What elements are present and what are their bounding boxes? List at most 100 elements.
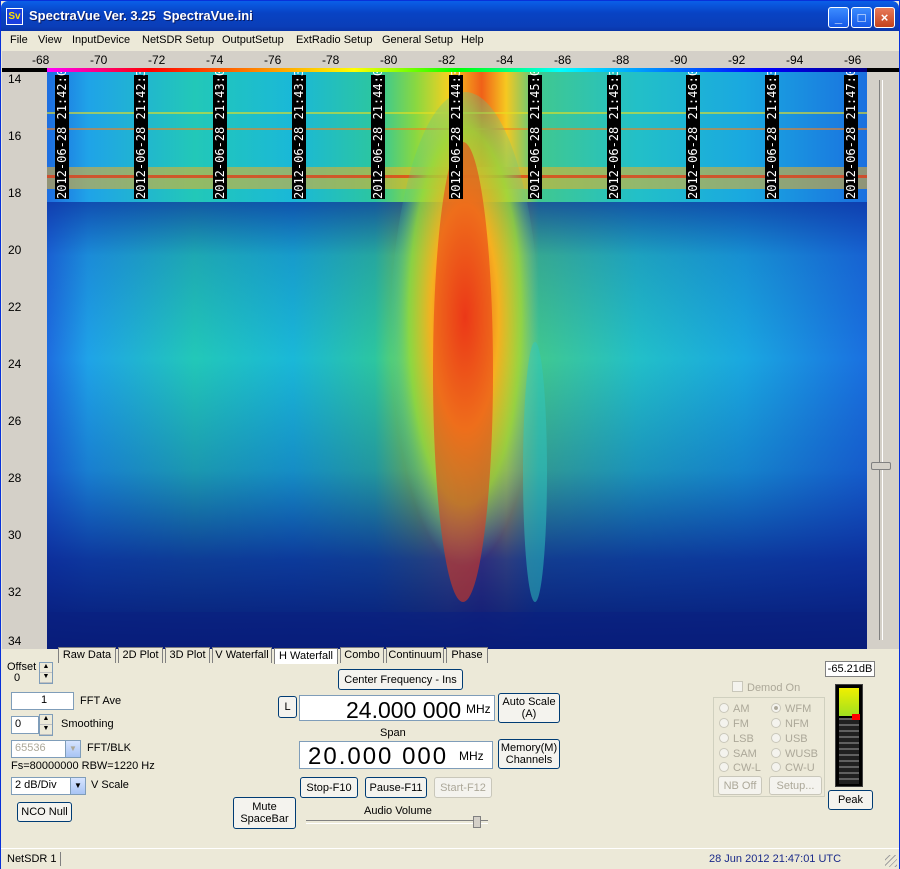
- offset-spinner[interactable]: ▲ ▼: [39, 662, 53, 684]
- meter-top-band: [839, 688, 859, 716]
- nb-off-button: NB Off: [718, 776, 762, 795]
- resize-grip-icon[interactable]: [885, 855, 897, 867]
- status-device: NetSDR 1: [7, 853, 57, 865]
- meter-peak-marker: [852, 714, 860, 720]
- auto-scale-button[interactable]: Auto Scale (A): [498, 693, 560, 723]
- x-tick: -90: [670, 53, 688, 67]
- vscale-select[interactable]: 2 dB/Div ▼: [11, 777, 86, 795]
- smoothing-spinner[interactable]: ▲ ▼: [39, 714, 53, 736]
- radio-fm: FM: [719, 718, 749, 730]
- span-unit: MHz: [459, 749, 484, 763]
- x-tick: -88: [612, 53, 630, 67]
- audio-volume-slider[interactable]: [306, 816, 488, 828]
- tab-2d-plot[interactable]: 2D Plot: [118, 647, 163, 663]
- auto-scale-label: Auto Scale: [502, 696, 556, 708]
- radio-nfm: NFM: [771, 718, 809, 730]
- menu-inputdevice[interactable]: InputDevice: [72, 34, 130, 46]
- status-datetime: 28 Jun 2012 21:47:01 UTC: [709, 853, 842, 865]
- fft-ave-input[interactable]: 1: [11, 692, 74, 710]
- timestamp-label: 2012-06-28 21:46:00: [686, 72, 700, 199]
- memory-label: Memory(M): [500, 742, 558, 754]
- mute-label: Mute: [252, 801, 277, 813]
- y-tick: 24: [8, 357, 22, 371]
- center-frequency-button[interactable]: Center Frequency - Ins: [338, 669, 463, 690]
- fs-rbw-readout: Fs=80000000 RBW=1220 Hz: [11, 760, 155, 772]
- y-tick: 16: [8, 129, 22, 143]
- timestamp-label: 2012-06-28 21:44:30: [449, 72, 463, 199]
- center-frequency-value: 24.000 000: [346, 697, 462, 723]
- tab-raw-data[interactable]: Raw Data: [58, 647, 116, 663]
- minimize-button[interactable]: _: [828, 7, 849, 28]
- app-icon: Sv: [6, 8, 23, 25]
- vscale-label: V Scale: [91, 779, 129, 791]
- menu-outputsetup[interactable]: OutputSetup: [222, 34, 284, 46]
- mute-shortcut-label: SpaceBar: [240, 813, 289, 825]
- menu-extradio-setup[interactable]: ExtRadio Setup: [296, 34, 372, 46]
- spectrum-plot: -68 -70 -72 -74 -76 -78 -80 -82 -84 -86 …: [2, 51, 899, 649]
- y-tick: 34: [8, 634, 22, 648]
- demod-on-checkbox: Demod On: [732, 681, 800, 694]
- x-tick: -72: [148, 53, 166, 67]
- tab-v-waterfall[interactable]: V Waterfall: [212, 647, 272, 663]
- tab-continuum[interactable]: Continuum: [386, 647, 444, 663]
- memory-channels-button[interactable]: Memory(M) Channels: [498, 739, 560, 769]
- checkbox-icon: [732, 681, 743, 692]
- maximize-button[interactable]: □: [851, 7, 872, 28]
- menu-view[interactable]: View: [38, 34, 62, 46]
- span-input[interactable]: 20.000 000 MHz: [299, 741, 493, 770]
- smoothing-input[interactable]: 0: [11, 716, 39, 734]
- timestamp-label: 2012-06-28 21:43:00: [213, 72, 227, 199]
- menu-file[interactable]: File: [10, 34, 28, 46]
- main-window: Sv SpectraVue Ver. 3.25 SpectraVue.ini _…: [0, 0, 900, 869]
- menu-help[interactable]: Help: [461, 34, 484, 46]
- menu-general-setup[interactable]: General Setup: [382, 34, 453, 46]
- audio-volume-thumb[interactable]: [473, 816, 482, 828]
- tab-3d-plot[interactable]: 3D Plot: [165, 647, 210, 663]
- timestamp-label: 2012-06-28 21:45:00: [528, 72, 542, 199]
- signal-meter: [835, 684, 863, 787]
- timestamp-label: 2012-06-28 21:47:00: [844, 72, 858, 199]
- y-tick: 18: [8, 186, 22, 200]
- fft-blk-select: 65536 ▼: [11, 740, 81, 758]
- meter-scale: [839, 718, 859, 784]
- title-bar[interactable]: Sv SpectraVue Ver. 3.25 SpectraVue.ini _…: [1, 1, 899, 31]
- close-button[interactable]: ×: [874, 7, 895, 28]
- offset-value[interactable]: 0: [11, 671, 39, 686]
- span-value: 20.000 000: [308, 743, 449, 770]
- reference-level-slider-track[interactable]: [879, 80, 883, 640]
- tab-phase[interactable]: Phase: [446, 647, 488, 663]
- timestamp-label: 2012-06-28 21:46:30: [765, 72, 779, 199]
- l-button[interactable]: L: [278, 696, 297, 718]
- y-tick: 20: [8, 243, 22, 257]
- center-frequency-unit: MHz: [466, 702, 491, 716]
- fft-blk-label: FFT/BLK: [87, 742, 132, 754]
- signal-level-readout: -65.21dB: [825, 661, 875, 677]
- auto-scale-shortcut: (A): [521, 708, 537, 720]
- timestamp-label: 2012-06-28 21:45:30: [607, 72, 621, 199]
- stop-button[interactable]: Stop-F10: [300, 777, 358, 798]
- setup-button: Setup...: [769, 776, 822, 795]
- y-tick: 28: [8, 471, 22, 485]
- center-frequency-input[interactable]: 24.000 000 MHz: [299, 695, 495, 723]
- reference-level-slider-thumb[interactable]: [871, 462, 891, 470]
- radio-lsb: LSB: [719, 733, 754, 745]
- mute-button[interactable]: Mute SpaceBar: [233, 797, 296, 829]
- x-tick: -74: [206, 53, 224, 67]
- x-tick: -96: [844, 53, 862, 67]
- x-tick: -84: [496, 53, 514, 67]
- chevron-down-icon: ▼: [70, 778, 85, 794]
- timestamp-label: 2012-06-28 21:42:00: [55, 72, 69, 199]
- menu-netsdr-setup[interactable]: NetSDR Setup: [142, 34, 214, 46]
- y-tick: 14: [8, 72, 22, 86]
- radio-wusb: WUSB: [771, 748, 818, 760]
- tab-combo[interactable]: Combo: [340, 647, 384, 663]
- channels-label: Channels: [505, 754, 553, 766]
- start-button: Start-F12: [434, 777, 492, 798]
- x-tick: -78: [322, 53, 340, 67]
- y-tick: 32: [8, 585, 22, 599]
- nco-null-button[interactable]: NCO Null: [17, 802, 72, 822]
- tab-h-waterfall[interactable]: H Waterfall: [274, 648, 338, 664]
- peak-button[interactable]: Peak: [828, 790, 873, 810]
- pause-button[interactable]: Pause-F11: [365, 777, 427, 798]
- waterfall-display[interactable]: 2012-06-28 21:42:00 2012-06-28 21:42:30 …: [47, 72, 867, 649]
